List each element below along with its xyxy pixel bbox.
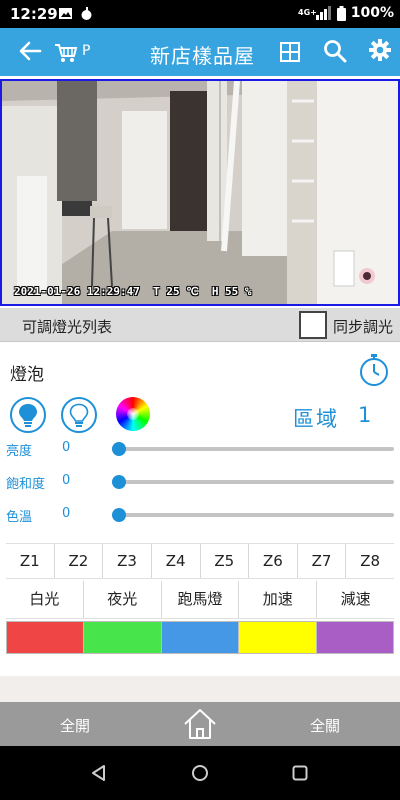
nav-back-icon[interactable]	[90, 764, 108, 782]
camera-feed[interactable]: 2021-01-26 12:29:47 T 25 ℃ H 55 %	[0, 79, 400, 306]
nav-recents-icon[interactable]	[292, 764, 308, 782]
light-list-title: 可調燈光列表	[22, 318, 113, 336]
zone-buttons: Z1 Z2 Z3 Z4 Z5 Z6 Z7 Z8	[6, 543, 394, 579]
p-label: P	[82, 43, 91, 59]
color-temperature-value: 0	[62, 506, 71, 521]
zone-button-z3[interactable]: Z3	[103, 544, 152, 578]
sync-dimming-label[interactable]: 同步調光	[333, 316, 393, 337]
white-light-mode-button[interactable]	[10, 397, 46, 433]
notification-icons	[58, 6, 94, 21]
marquee-button[interactable]: 跑馬燈	[162, 581, 240, 618]
status-time: 12:29	[10, 5, 58, 23]
zone-button-z1[interactable]: Z1	[6, 544, 55, 578]
gear-icon[interactable]	[369, 39, 391, 61]
all-off-button[interactable]: 全關	[310, 715, 340, 736]
night-light-button[interactable]: 夜光	[84, 581, 162, 618]
grid-icon[interactable]	[280, 42, 300, 62]
speed-up-button[interactable]: 加速	[239, 581, 318, 618]
status-bar: 12:29 4G+ 100%	[0, 0, 400, 28]
page-title: 新店樣品屋	[150, 44, 255, 68]
gallery-icon	[59, 8, 72, 19]
brightness-slider-row: 亮度 0	[0, 437, 400, 461]
brightness-label: 亮度	[6, 444, 33, 459]
saturation-slider-thumb[interactable]	[112, 475, 126, 489]
camera-humidity: H 55 %	[211, 285, 252, 298]
home-icon[interactable]	[182, 706, 218, 742]
zone-button-z2[interactable]: Z2	[55, 544, 104, 578]
saturation-slider[interactable]	[112, 475, 394, 489]
apple-icon	[81, 7, 92, 20]
swatch-blue[interactable]	[161, 622, 240, 653]
bulb-outline-icon	[69, 403, 89, 427]
color-temperature-slider[interactable]	[112, 508, 394, 522]
timer-icon[interactable]	[358, 353, 390, 387]
zone-button-z5[interactable]: Z5	[201, 544, 250, 578]
color-swatches	[6, 621, 394, 654]
color-temperature-slider-row: 色溫 0	[0, 503, 400, 527]
swatch-yellow[interactable]	[239, 622, 317, 653]
saturation-label: 飽和度	[6, 477, 46, 492]
swatch-green[interactable]	[84, 622, 162, 653]
zone-number[interactable]: 1	[358, 403, 371, 427]
brightness-slider[interactable]	[112, 442, 394, 456]
status-right: 4G+ 100%	[298, 5, 394, 21]
camera-osd: 2021-01-26 12:29:47 T 25 ℃ H 55 %	[14, 285, 252, 298]
color-temperature-slider-thumb[interactable]	[112, 508, 126, 522]
content-bottom-fill	[0, 676, 400, 702]
zone-button-z6[interactable]: Z6	[249, 544, 298, 578]
battery-icon	[336, 5, 346, 21]
effect-buttons: 白光 夜光 跑馬燈 加速 減速	[6, 581, 394, 619]
camera-temperature: T 25 ℃	[153, 285, 199, 298]
zone-label: 區域	[293, 407, 339, 431]
slow-down-button[interactable]: 減速	[317, 581, 394, 618]
bulb-label: 燈泡	[10, 365, 44, 385]
action-bar: 全開 全關	[0, 702, 400, 746]
cart-icon[interactable]	[54, 42, 78, 64]
all-on-button[interactable]: 全開	[60, 715, 90, 736]
color-temperature-label: 色溫	[6, 510, 33, 525]
night-light-mode-button[interactable]	[61, 397, 97, 433]
swatch-red[interactable]	[7, 622, 85, 653]
light-list-header: 可調燈光列表 同步調光	[0, 308, 400, 342]
app-bar: P 新店樣品屋	[0, 28, 400, 76]
zone-button-z7[interactable]: Z7	[298, 544, 347, 578]
color-wheel-icon[interactable]	[116, 397, 150, 431]
saturation-slider-row: 飽和度 0	[0, 470, 400, 494]
camera-timestamp: 2021-01-26 12:29:47	[14, 285, 140, 298]
search-icon[interactable]	[323, 39, 347, 63]
signal-icon: 4G+	[298, 6, 331, 20]
camera-scene	[2, 81, 398, 304]
battery-percent: 100%	[350, 5, 394, 21]
saturation-value: 0	[62, 473, 71, 488]
swatch-purple[interactable]	[316, 622, 394, 653]
brightness-value: 0	[62, 440, 71, 455]
bulb-icon	[19, 404, 37, 427]
back-arrow-icon[interactable]	[18, 40, 42, 62]
brightness-slider-thumb[interactable]	[112, 442, 126, 456]
sync-checkbox[interactable]	[299, 311, 327, 339]
svg-text:4G+: 4G+	[298, 8, 317, 17]
zone-button-z8[interactable]: Z8	[346, 544, 394, 578]
zone-button-z4[interactable]: Z4	[152, 544, 201, 578]
white-light-button[interactable]: 白光	[6, 581, 84, 618]
system-nav-bar	[0, 746, 400, 800]
nav-home-icon[interactable]	[191, 764, 209, 782]
